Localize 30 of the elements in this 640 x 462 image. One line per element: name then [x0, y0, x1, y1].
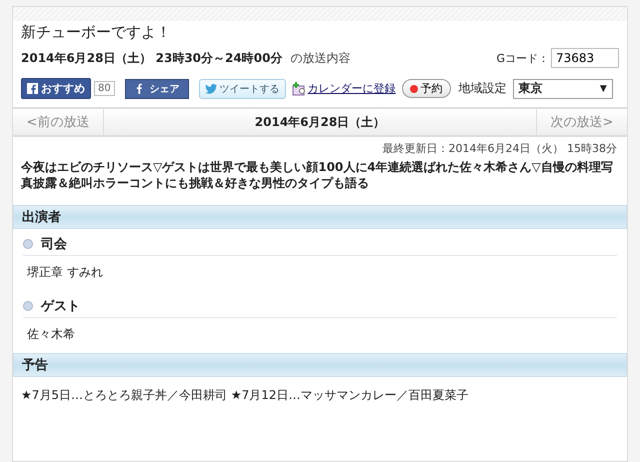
calendar-add-icon [292, 82, 306, 96]
section-header: 出演者 [13, 205, 627, 230]
cast-names: 佐々木希 [26, 326, 76, 344]
program-title: 新チューボーですよ！ [21, 23, 172, 42]
broadcast-content-label: の放送内容 [290, 50, 350, 66]
cast-names: 堺正章 すみれ [26, 264, 104, 282]
last-updated: 最終更新日：2014年6月24日（火） 15時38分 [382, 141, 618, 156]
calendar-link[interactable]: カレンダーに登録 [292, 81, 396, 96]
reserve-button[interactable]: 予約 [402, 79, 451, 98]
broadcast-datetime: 2014年6月28日（土） 23時30分～24時00分 [21, 50, 282, 66]
cast-role: 司会 [41, 236, 67, 254]
bullet-icon [23, 301, 33, 312]
cast-role: ゲスト [41, 298, 80, 316]
facebook-icon [27, 83, 38, 94]
dropdown-icon: ▼ [600, 84, 607, 94]
bullet-icon [23, 239, 33, 250]
preview-text: ★7月5日…とろとろ親子丼／今田耕司 ★7月12日…マッサマンカレー／百田夏菜子 [20, 387, 470, 404]
recommend-count: 80 [94, 81, 115, 96]
region-select[interactable]: 東京 ▼ [512, 78, 613, 98]
share-button[interactable]: シェア [124, 78, 189, 98]
program-description: 今夜はエビのチリソース▽ゲストは世界で最も美しい顔100人に4年連続選ばれた佐々木希さん▽自慢の料理写真披露＆絶叫ホラーコントにも挑戦＆好きな男性のタイプも語る [20, 159, 614, 192]
bird-icon [204, 84, 217, 94]
gcode-field[interactable]: 73683 [551, 48, 619, 68]
section-header: 予告 [13, 353, 627, 378]
tweet-button[interactable]: ツイートする [198, 78, 286, 98]
gcode-label: Gコード： [496, 50, 549, 66]
nav-date: 2014年6月28日（土） [254, 114, 386, 130]
recommend-button[interactable]: おすすめ [21, 78, 91, 99]
region-label: 地域設定 [458, 80, 507, 97]
record-icon [410, 84, 418, 92]
